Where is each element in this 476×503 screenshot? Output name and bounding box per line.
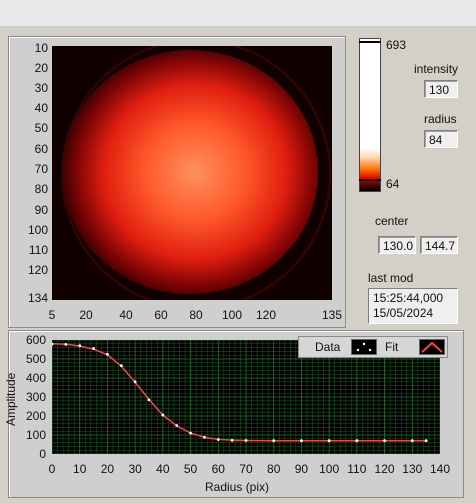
- last-mod-date: 15/05/2024: [373, 306, 434, 320]
- legend-data-label: Data: [315, 340, 341, 354]
- plot-x-tick: 50: [183, 462, 198, 476]
- plot-x-tick: 30: [128, 462, 142, 476]
- center-label: center: [375, 214, 409, 228]
- plot-y-tick: 100: [25, 428, 46, 442]
- plot-x-tick: 130: [402, 462, 423, 476]
- legend-data-swatch[interactable]: [351, 339, 377, 355]
- image-y-tick: 10: [34, 41, 48, 55]
- image-y-tick: 30: [34, 81, 48, 95]
- image-y-tick: 90: [34, 203, 48, 217]
- fit-line: [51, 343, 427, 442]
- image-y-tick: 100: [27, 223, 48, 237]
- data-point: [133, 380, 137, 384]
- image-y-tick: 134: [27, 291, 48, 305]
- image-x-tick: 80: [189, 308, 203, 322]
- intensity-label: intensity: [414, 62, 459, 76]
- data-point: [383, 439, 386, 443]
- plot-x-tick: 70: [239, 462, 253, 476]
- x-axis-label: Radius (pix): [205, 480, 270, 494]
- data-point: [106, 352, 109, 356]
- data-point: [78, 344, 82, 348]
- plot-y-tick: 500: [25, 352, 46, 366]
- plot-x-tick: 90: [294, 462, 309, 476]
- image-x-tick: 120: [255, 308, 277, 322]
- data-point: [147, 398, 151, 402]
- plot-x-tick: 110: [347, 462, 367, 476]
- center-x-indicator: 130.0: [378, 236, 416, 254]
- data-point: [92, 347, 95, 350]
- image-x-tick: 100: [221, 308, 243, 322]
- data-point: [410, 439, 414, 443]
- image-x-tick: 40: [119, 308, 133, 322]
- data-point: [175, 424, 179, 427]
- data-point: [230, 438, 234, 442]
- data-point: [244, 439, 248, 442]
- image-y-tick: 20: [34, 61, 48, 75]
- y-axis-label: Amplitude: [4, 372, 18, 426]
- colorbar[interactable]: [359, 38, 381, 192]
- plot-y-tick: 200: [25, 409, 46, 423]
- plot-x-tick: 140: [429, 462, 451, 476]
- image-y-tick: 70: [34, 162, 48, 176]
- plot-y-tick: 400: [25, 371, 46, 385]
- data-point: [327, 439, 331, 443]
- plot-x-tick: 80: [267, 462, 281, 476]
- data-point: [203, 435, 206, 439]
- data-point: [355, 439, 359, 443]
- colorbar-min-marker[interactable]: [359, 179, 381, 181]
- image-x-tick: 20: [79, 308, 93, 322]
- plot-y-tick: 600: [25, 333, 46, 347]
- colorbar-min-label: 64: [386, 177, 400, 191]
- legend-fit-swatch[interactable]: [419, 339, 445, 355]
- data-point: [64, 342, 68, 346]
- plot-y-tick: 300: [25, 390, 46, 404]
- colorbar-max-marker[interactable]: [359, 41, 381, 43]
- image-y-tick: 110: [28, 243, 48, 257]
- plot-x-tick: 10: [73, 462, 87, 476]
- image-x-tick: 60: [154, 308, 168, 322]
- colorbar-max-label: 693: [386, 38, 407, 52]
- last-mod-label: last mod: [368, 271, 414, 285]
- plot-x-tick: 120: [374, 462, 395, 476]
- image-x-tick: 5: [48, 308, 56, 322]
- data-point: [161, 413, 165, 417]
- data-point: [216, 438, 220, 441]
- data-point: [189, 431, 192, 435]
- image-y-tick: 60: [34, 142, 48, 156]
- plot-x-tick: 100: [319, 462, 340, 476]
- last-mod-time: 15:25:44,000: [373, 291, 444, 305]
- radius-indicator: 84: [424, 130, 458, 148]
- data-point: [272, 439, 276, 443]
- image-y-tick: 120: [27, 263, 48, 277]
- plot-x-tick: 0: [48, 462, 56, 476]
- beam-image[interactable]: [52, 46, 332, 300]
- toolbar: [0, 0, 476, 27]
- data-point: [424, 439, 428, 443]
- image-x-tick: 135: [321, 308, 343, 322]
- data-point: [119, 364, 123, 368]
- image-y-tick: 50: [34, 121, 48, 135]
- intensity-indicator: 130: [424, 80, 458, 98]
- plot-legend: Data Fit: [298, 336, 448, 358]
- data-point: [300, 439, 303, 443]
- radius-label: radius: [424, 112, 457, 126]
- image-y-tick: 80: [34, 182, 48, 196]
- center-y-indicator: 144.7: [420, 236, 458, 254]
- last-mod-indicator: 15:25:44,000 15/05/2024: [368, 288, 458, 324]
- image-y-tick: 40: [34, 101, 48, 115]
- plot-x-tick: 40: [156, 462, 170, 476]
- plot-x-tick: 60: [211, 462, 225, 476]
- plot-y-tick: 0: [39, 447, 46, 461]
- plot-x-tick: 20: [100, 462, 115, 476]
- legend-fit-label: Fit: [385, 340, 399, 354]
